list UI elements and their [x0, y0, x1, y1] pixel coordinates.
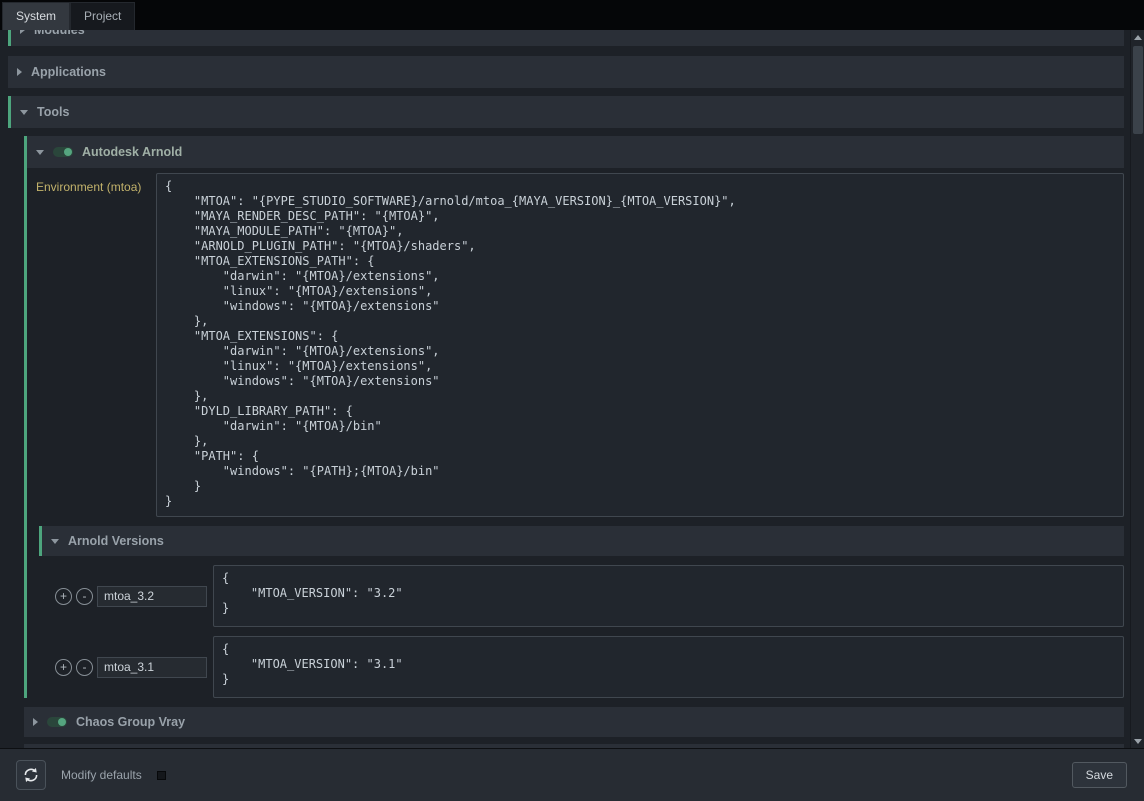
modify-defaults-checkbox[interactable] — [157, 771, 166, 780]
remove-version-button[interactable]: - — [76, 588, 93, 605]
section-header-tools[interactable]: Tools — [8, 96, 1124, 128]
chevron-down-icon — [36, 150, 44, 155]
modify-defaults-label: Modify defaults — [61, 768, 142, 782]
section-label-modules: Modules — [34, 30, 85, 37]
group-autodesk-arnold: Autodesk Arnold Environment (mtoa) { "MT… — [24, 136, 1124, 698]
clipped-next-row — [24, 744, 1124, 748]
section-label-tools: Tools — [37, 105, 69, 119]
section-header-modules[interactable]: Modules — [8, 30, 1124, 46]
add-version-button[interactable]: + — [55, 659, 72, 676]
scrollbar-track[interactable] — [1131, 44, 1144, 734]
tab-project[interactable]: Project — [70, 2, 135, 30]
scrollbar-thumb[interactable] — [1133, 46, 1143, 134]
enabled-toggle[interactable] — [53, 147, 73, 157]
section-header-applications[interactable]: Applications — [8, 56, 1124, 88]
window-tabbar: System Project — [0, 0, 1144, 30]
refresh-button[interactable] — [16, 760, 46, 790]
version-item-controls: + - — [55, 657, 207, 678]
chevron-right-icon — [33, 718, 38, 726]
environment-field-row: Environment (mtoa) { "MTOA": "{PYPE_STUD… — [36, 173, 1124, 517]
version-json-editor[interactable]: { "MTOA_VERSION": "3.1" } — [213, 636, 1124, 698]
section-label-applications: Applications — [31, 65, 106, 79]
chevron-right-icon — [20, 30, 25, 34]
section-header-arnold-versions[interactable]: Arnold Versions — [39, 526, 1124, 556]
footer-bar: Modify defaults Save — [0, 748, 1144, 801]
enabled-toggle[interactable] — [47, 717, 67, 727]
group-header-chaos-group-vray[interactable]: Chaos Group Vray — [24, 707, 1124, 737]
environment-json-editor[interactable]: { "MTOA": "{PYPE_STUDIO_SOFTWARE}/arnold… — [156, 173, 1124, 517]
chevron-down-icon — [51, 539, 59, 544]
add-version-button[interactable]: + — [55, 588, 72, 605]
settings-scroll-area: Modules Applications Tools Autodesk Arno… — [0, 30, 1130, 748]
group-label-chaos-group-vray: Chaos Group Vray — [76, 715, 185, 729]
remove-version-button[interactable]: - — [76, 659, 93, 676]
vertical-scrollbar[interactable] — [1130, 30, 1144, 748]
section-label-arnold-versions: Arnold Versions — [68, 534, 164, 548]
environment-label: Environment (mtoa) — [36, 173, 150, 194]
chevron-right-icon — [17, 68, 22, 76]
scroll-up-icon[interactable] — [1131, 30, 1144, 44]
version-row-mtoa-3-1: + - { "MTOA_VERSION": "3.1" } — [55, 636, 1124, 698]
group-label-autodesk-arnold: Autodesk Arnold — [82, 145, 182, 159]
tab-system[interactable]: System — [2, 2, 70, 30]
version-name-input[interactable] — [97, 586, 207, 607]
settings-content: Modules Applications Tools Autodesk Arno… — [0, 30, 1144, 748]
version-json-editor[interactable]: { "MTOA_VERSION": "3.2" } — [213, 565, 1124, 627]
group-header-autodesk-arnold[interactable]: Autodesk Arnold — [27, 136, 1124, 168]
version-row-mtoa-3-2: + - { "MTOA_VERSION": "3.2" } — [55, 565, 1124, 627]
save-button[interactable]: Save — [1072, 762, 1127, 788]
version-item-controls: + - — [55, 586, 207, 607]
refresh-icon — [22, 766, 40, 784]
chevron-down-icon — [20, 110, 28, 115]
version-name-input[interactable] — [97, 657, 207, 678]
scroll-down-icon[interactable] — [1131, 734, 1144, 748]
